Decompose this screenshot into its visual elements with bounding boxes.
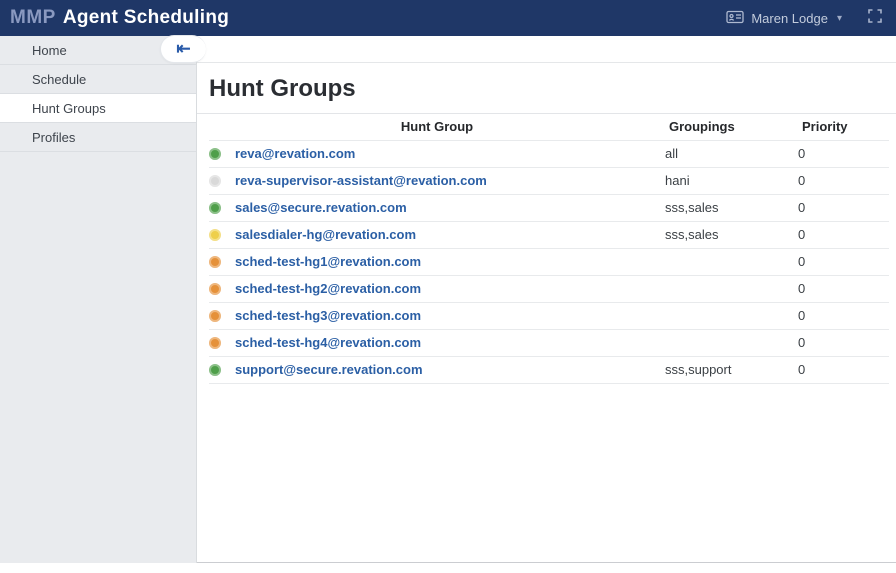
user-name: Maren Lodge: [751, 11, 828, 26]
hunt-group-link[interactable]: sched-test-hg1@revation.com: [235, 254, 421, 269]
logo-prefix: MMP: [10, 7, 56, 29]
user-menu[interactable]: Maren Lodge ▾: [726, 10, 842, 27]
status-dot-icon: [209, 256, 221, 268]
app-title: Agent Scheduling: [63, 7, 229, 29]
column-header-priority: Priority: [798, 114, 889, 140]
status-dot-icon: [209, 229, 221, 241]
status-dot-icon: [209, 148, 221, 160]
fullscreen-icon[interactable]: [868, 9, 882, 28]
hunt-group-link[interactable]: support@secure.revation.com: [235, 362, 423, 377]
app-logo: MMP Agent Scheduling: [10, 7, 229, 29]
priority-value: 0: [798, 194, 889, 221]
table-row: support@secure.revation.com sss,support0: [209, 356, 889, 383]
id-badge-icon: [726, 10, 744, 27]
hunt-group-link[interactable]: sched-test-hg3@revation.com: [235, 308, 421, 323]
chevron-down-icon: ▾: [837, 13, 842, 24]
table-row: sales@secure.revation.com sss,sales0: [209, 194, 889, 221]
table-row: sched-test-hg1@revation.com 0: [209, 248, 889, 275]
priority-value: 0: [798, 221, 889, 248]
collapse-sidebar-icon: ⇤: [176, 39, 190, 59]
groupings-value: [665, 248, 798, 275]
status-dot-icon: [209, 202, 221, 214]
toolbar-strip: [197, 36, 896, 63]
hunt-group-link[interactable]: sched-test-hg2@revation.com: [235, 281, 421, 296]
hunt-group-link[interactable]: reva-supervisor-assistant@revation.com: [235, 173, 487, 188]
groupings-value: [665, 275, 798, 302]
status-dot-icon: [209, 283, 221, 295]
collapse-sidebar-button[interactable]: ⇤: [160, 35, 206, 63]
column-header-groupings: Groupings: [665, 114, 798, 140]
groupings-value: sss,support: [665, 356, 798, 383]
groupings-value: sss,sales: [665, 221, 798, 248]
hunt-group-link[interactable]: sched-test-hg4@revation.com: [235, 335, 421, 350]
page-title: Hunt Groups: [209, 75, 884, 103]
hunt-group-link[interactable]: salesdialer-hg@revation.com: [235, 227, 416, 242]
hunt-groups-table: Hunt Group Groupings Priority reva@revat…: [209, 114, 889, 384]
table-row: reva@revation.com all0: [209, 140, 889, 167]
sidebar-nav: Home Schedule Hunt Groups Profiles: [0, 36, 197, 563]
status-dot-icon: [209, 310, 221, 322]
top-header-bar: MMP Agent Scheduling Maren Lodge ▾: [0, 0, 896, 36]
table-row: sched-test-hg4@revation.com 0: [209, 329, 889, 356]
main-content: Hunt Groups Hunt Group Groupings Priorit…: [197, 36, 896, 573]
footer-divider: [197, 562, 896, 563]
priority-value: 0: [798, 248, 889, 275]
status-dot-icon: [209, 337, 221, 349]
priority-value: 0: [798, 356, 889, 383]
hunt-group-link[interactable]: reva@revation.com: [235, 146, 355, 161]
sidebar-item-profiles[interactable]: Profiles: [0, 123, 196, 152]
table-row: sched-test-hg3@revation.com 0: [209, 302, 889, 329]
groupings-value: [665, 329, 798, 356]
hunt-group-link[interactable]: sales@secure.revation.com: [235, 200, 407, 215]
priority-value: 0: [798, 329, 889, 356]
priority-value: 0: [798, 140, 889, 167]
table-body: reva@revation.comall0reva-supervisor-ass…: [209, 140, 889, 383]
table-row: salesdialer-hg@revation.com sss,sales0: [209, 221, 889, 248]
groupings-value: sss,sales: [665, 194, 798, 221]
groupings-value: all: [665, 140, 798, 167]
column-header-hunt-group: Hunt Group: [209, 114, 665, 140]
priority-value: 0: [798, 275, 889, 302]
sidebar-item-schedule[interactable]: Schedule: [0, 65, 196, 94]
table-row: reva-supervisor-assistant@revation.com ha…: [209, 167, 889, 194]
priority-value: 0: [798, 167, 889, 194]
priority-value: 0: [798, 302, 889, 329]
status-dot-icon: [209, 364, 221, 376]
groupings-value: hani: [665, 167, 798, 194]
table-header-row: Hunt Group Groupings Priority: [209, 114, 889, 140]
status-dot-icon: [209, 175, 221, 187]
sidebar-item-hunt-groups[interactable]: Hunt Groups: [0, 94, 196, 123]
table-row: sched-test-hg2@revation.com 0: [209, 275, 889, 302]
page-header: Hunt Groups: [197, 63, 896, 114]
groupings-value: [665, 302, 798, 329]
